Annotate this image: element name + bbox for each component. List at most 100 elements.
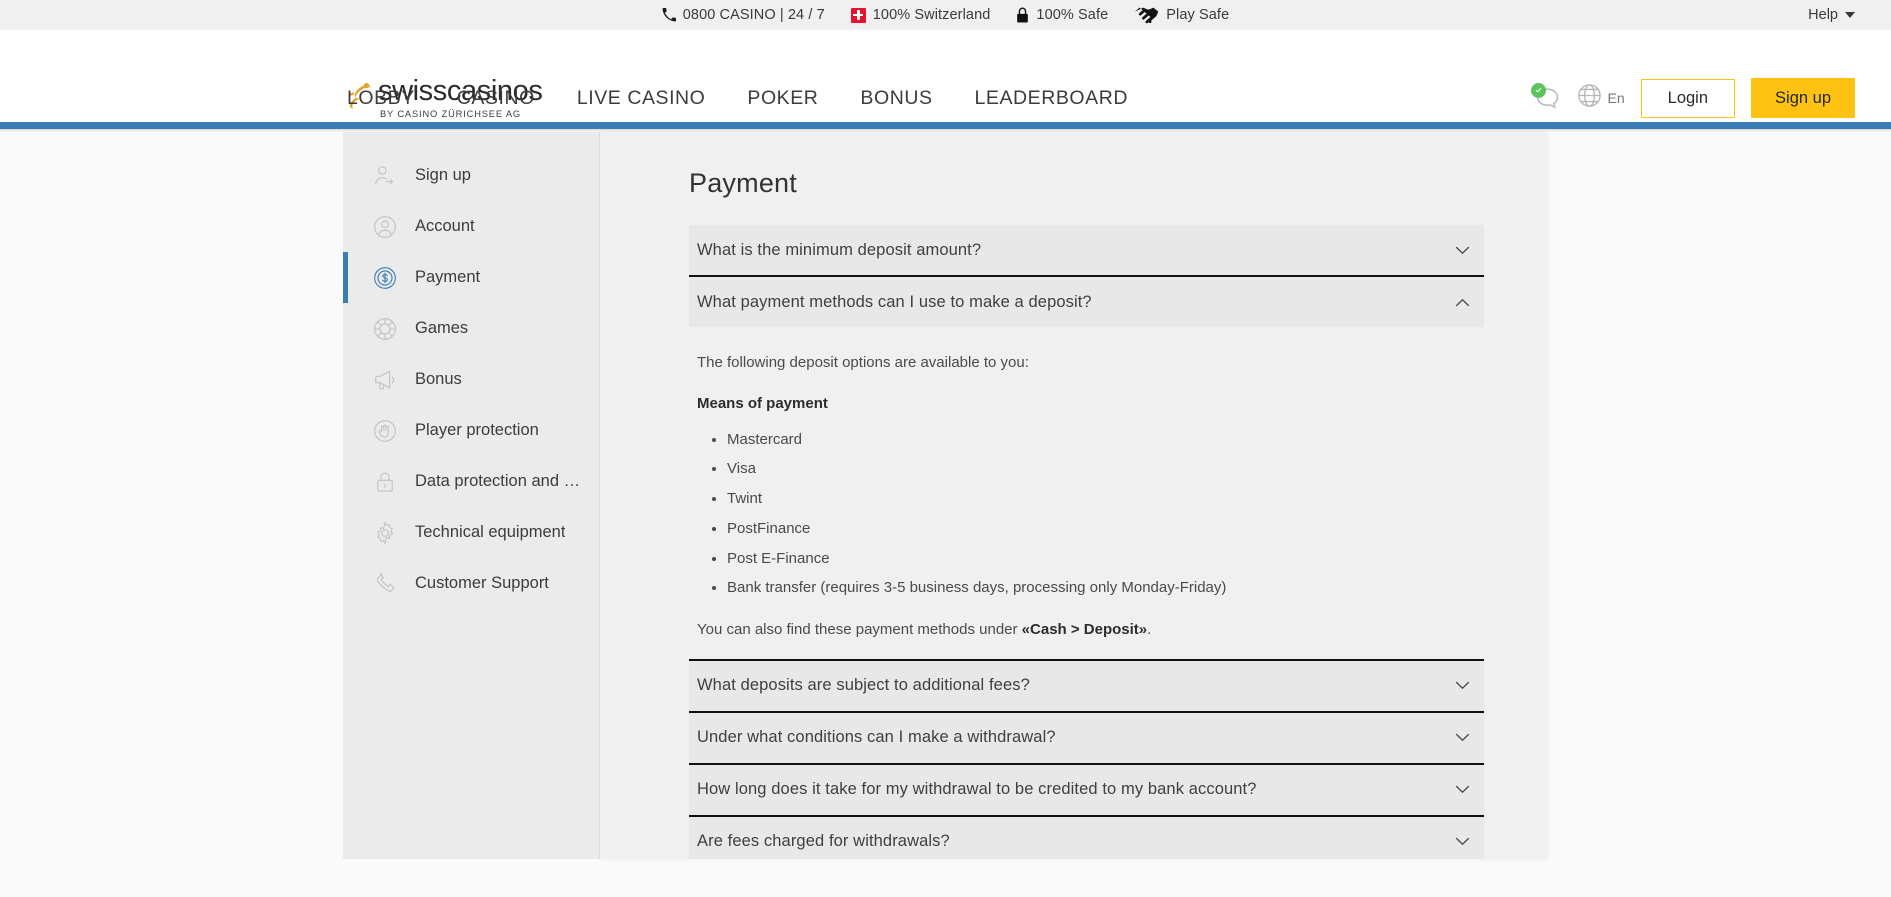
topbar-switzerland-label: 100% Switzerland: [872, 7, 991, 23]
faq-question: What is the minimum deposit amount?: [697, 240, 982, 259]
faq-accordion: What is the minimum deposit amount? What…: [689, 225, 1484, 859]
sidebar-label: Technical equipment: [415, 523, 566, 541]
outro-text-after: .: [1147, 620, 1152, 638]
coin-dollar-icon: [372, 265, 398, 291]
page-body: Sign up Account Payment Games Bonus Play…: [0, 132, 1891, 859]
chevron-down-icon: [1454, 730, 1470, 746]
sidebar-label: Customer Support: [415, 574, 549, 592]
gear-icon: [372, 520, 398, 546]
faq-question: What deposits are subject to additional …: [697, 676, 1030, 695]
header-accent-rule: [0, 122, 1891, 129]
faq-answer-outro: You can also find these payment methods …: [697, 618, 1476, 641]
faq-item: How long does it take for my withdrawal …: [689, 764, 1484, 817]
chevron-down-icon: [1845, 12, 1855, 18]
globe-icon: [1577, 83, 1602, 113]
list-item: Post E-Finance: [727, 547, 1476, 570]
sidebar-label: Sign up: [415, 166, 471, 184]
faq-item: What payment methods can I use to make a…: [689, 277, 1484, 661]
topbar-switzerland[interactable]: 100% Switzerland: [850, 7, 991, 23]
list-item: Mastercard: [727, 428, 1476, 451]
sidebar-item-player-protection[interactable]: Player protection: [343, 405, 599, 456]
topbar-items: 0800 CASINO | 24 / 7 100% Switzerland 10…: [0, 6, 1891, 24]
help-sidebar: Sign up Account Payment Games Bonus Play…: [343, 132, 600, 859]
sidebar-label: Games: [415, 319, 469, 337]
faq-question-header[interactable]: What is the minimum deposit amount?: [689, 225, 1484, 275]
signup-button[interactable]: Sign up: [1751, 78, 1855, 118]
chevron-up-icon: [1454, 294, 1470, 310]
faq-question-header[interactable]: Are fees charged for withdrawals?: [689, 816, 1484, 859]
language-switcher[interactable]: En: [1577, 83, 1625, 113]
nav-item-bonus[interactable]: BONUS: [860, 87, 932, 110]
sidebar-item-account[interactable]: Account: [343, 201, 599, 252]
faq-answer-lead: The following deposit options are availa…: [697, 354, 1029, 371]
faq-answer-body: The following deposit options are availa…: [689, 327, 1484, 659]
help-dropdown[interactable]: Help: [1808, 7, 1855, 23]
content-panel: Payment What is the minimum deposit amou…: [600, 132, 1546, 859]
list-item: PostFinance: [727, 517, 1476, 540]
nav-item-casino[interactable]: CASINO: [457, 87, 535, 110]
sidebar-item-games[interactable]: Games: [343, 303, 599, 354]
lock-icon: [1016, 7, 1029, 23]
chevron-down-icon: [1454, 834, 1470, 850]
chevron-down-icon: [1454, 678, 1470, 694]
topbar-play-safe[interactable]: Play Safe: [1134, 6, 1229, 24]
faq-answer-subheading: Means of payment: [697, 395, 828, 413]
sidebar-label: Bonus: [415, 370, 462, 388]
faq-question: Are fees charged for withdrawals?: [697, 832, 950, 851]
faq-item: What is the minimum deposit amount?: [689, 225, 1484, 277]
sidebar-item-sign-up[interactable]: Sign up: [343, 150, 599, 201]
chevron-down-icon: [1454, 782, 1470, 798]
nav-item-leaderboard[interactable]: LEADERBOARD: [975, 87, 1128, 110]
sidebar-label: Data protection and pri…: [415, 472, 587, 490]
topbar-phone[interactable]: 0800 CASINO | 24 / 7: [662, 7, 825, 23]
user-add-icon: [372, 163, 398, 189]
site-header: swisscasinos BY CASINO ZÜRICHSEE AG En L…: [0, 30, 1891, 122]
handshake-icon: [1134, 6, 1159, 24]
sidebar-item-bonus[interactable]: Bonus: [343, 354, 599, 405]
faq-item: Under what conditions can I make a withd…: [689, 712, 1484, 765]
sidebar-label: Account: [415, 217, 475, 235]
sidebar-item-technical-equipment[interactable]: Technical equipment: [343, 507, 599, 558]
faq-question: How long does it take for my withdrawal …: [697, 780, 1257, 799]
faq-item: Are fees charged for withdrawals?: [689, 816, 1484, 859]
login-button[interactable]: Login: [1640, 78, 1736, 118]
topbar-safe[interactable]: 100% Safe: [1016, 7, 1108, 23]
outro-text-before: You can also find these payment methods …: [697, 620, 1022, 638]
sidebar-item-data-protection[interactable]: Data protection and pri…: [343, 456, 599, 507]
outro-path-emphasis: «Cash > Deposit»: [1021, 620, 1148, 638]
sidebar-label: Payment: [415, 268, 481, 286]
faq-question: What payment methods can I use to make a…: [697, 292, 1092, 311]
primary-nav: LOBBY CASINO LIVE CASINO POKER BONUS LEA…: [347, 87, 1128, 122]
list-item: Visa: [727, 457, 1476, 480]
chat-icon[interactable]: [1530, 83, 1561, 112]
topbar-phone-label: 0800 CASINO | 24 / 7: [682, 7, 825, 23]
list-item: Twint: [727, 487, 1476, 510]
user-circle-icon: [372, 214, 398, 240]
phone-icon: [662, 8, 676, 22]
list-item: Bank transfer (requires 3-5 business day…: [727, 576, 1476, 599]
sidebar-label: Player protection: [415, 421, 539, 439]
faq-question: Under what conditions can I make a withd…: [697, 728, 1056, 747]
chevron-down-icon: [1454, 242, 1470, 258]
header-actions: En Login Sign up: [1530, 78, 1855, 118]
payment-methods-list: Mastercard Visa Twint PostFinance Post E…: [727, 428, 1476, 600]
hand-stop-icon: [372, 418, 398, 444]
poker-chip-icon: [372, 316, 398, 342]
chat-online-badge: [1530, 83, 1546, 98]
phone-handset-icon: [372, 571, 398, 597]
help-label: Help: [1808, 7, 1838, 23]
faq-question-header[interactable]: What payment methods can I use to make a…: [689, 277, 1484, 327]
megaphone-icon: [372, 367, 398, 393]
nav-item-lobby[interactable]: LOBBY: [347, 87, 415, 110]
faq-question-header[interactable]: Under what conditions can I make a withd…: [689, 712, 1484, 763]
faq-question-header[interactable]: What deposits are subject to additional …: [689, 660, 1484, 711]
sidebar-item-customer-support[interactable]: Customer Support: [343, 558, 599, 609]
nav-item-live-casino[interactable]: LIVE CASINO: [577, 87, 706, 110]
nav-item-poker[interactable]: POKER: [747, 87, 818, 110]
faq-question-header[interactable]: How long does it take for my withdrawal …: [689, 764, 1484, 815]
swiss-flag-icon: [850, 7, 866, 23]
topbar-play-safe-label: Play Safe: [1166, 7, 1230, 23]
padlock-icon: [372, 469, 398, 495]
sidebar-item-payment[interactable]: Payment: [343, 252, 599, 303]
language-label: En: [1607, 90, 1625, 106]
